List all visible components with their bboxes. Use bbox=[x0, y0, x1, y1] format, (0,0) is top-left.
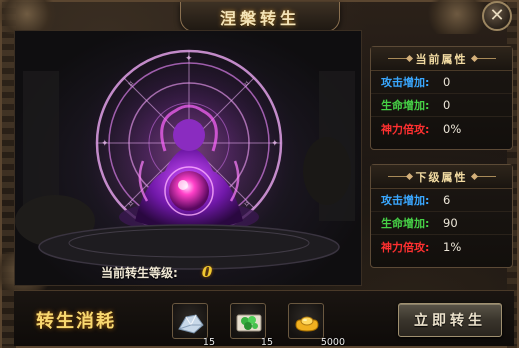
header-decoration bbox=[387, 176, 410, 177]
magic-circle-illustration: ✦✦ ✦✦ ✧✧ ✧✧ bbox=[15, 39, 355, 270]
green-jade-icon bbox=[236, 314, 262, 332]
cost-item-crystal-powder[interactable]: 15 bbox=[172, 303, 215, 348]
attribute-label: 攻击增加: bbox=[381, 76, 430, 89]
close-button[interactable]: ✕ bbox=[477, 0, 517, 32]
attribute-row-attack: 攻击增加: 0 bbox=[371, 71, 512, 94]
current-attributes-title: 当前属性 bbox=[415, 52, 468, 66]
cost-title: 转生消耗 bbox=[36, 311, 116, 332]
current-attributes-panel: 当前属性 攻击增加: 0 生命增加: 0 神力倍攻: 0% bbox=[370, 46, 513, 150]
attribute-label: 神力倍攻: bbox=[381, 240, 430, 254]
next-attributes-title: 下级属性 bbox=[415, 170, 468, 184]
rebirth-level-value: 0 bbox=[201, 263, 213, 281]
attribute-value: 0 bbox=[443, 98, 451, 112]
item-count: 15 bbox=[202, 337, 215, 348]
window-title: 涅槃转生 bbox=[219, 8, 300, 28]
svg-text:✦: ✦ bbox=[101, 139, 109, 149]
attribute-label: 生命增加: bbox=[381, 217, 430, 230]
next-attributes-panel: 下级属性 攻击增加: 6 生命增加: 90 神力倍攻: 1% bbox=[370, 164, 513, 268]
header-decoration bbox=[473, 176, 496, 177]
attribute-row-divine-power: 神力倍攻: 0% bbox=[371, 117, 512, 140]
attribute-value: 6 bbox=[443, 193, 451, 207]
svg-text:✦: ✦ bbox=[271, 139, 279, 149]
header-decoration bbox=[387, 58, 410, 59]
svg-text:✧: ✧ bbox=[243, 80, 251, 90]
attribute-label: 攻击增加: bbox=[381, 194, 430, 207]
cost-item-green-jade[interactable]: 15 bbox=[230, 303, 273, 348]
attribute-value: 1% bbox=[443, 239, 462, 254]
item-count: 5000 bbox=[320, 337, 345, 348]
cost-item-gold-ingot[interactable]: 5000 bbox=[288, 303, 345, 348]
rebirth-level-row: 当前转生等级: 0 bbox=[101, 263, 212, 281]
current-attributes-header: 当前属性 bbox=[371, 47, 512, 71]
header-decoration bbox=[473, 58, 496, 59]
attribute-row-health: 生命增加: 90 bbox=[371, 212, 512, 235]
attribute-label: 神力倍攻: bbox=[381, 122, 430, 136]
next-attributes-header: 下级属性 bbox=[371, 165, 512, 189]
attribute-value: 0% bbox=[443, 121, 462, 136]
svg-text:✧: ✧ bbox=[127, 80, 135, 90]
attribute-row-divine-power: 神力倍攻: 1% bbox=[371, 235, 512, 258]
attribute-label: 生命增加: bbox=[381, 99, 430, 112]
svg-text:✦: ✦ bbox=[185, 54, 193, 64]
rebirth-scene: ✦✦ ✦✦ ✧✧ ✧✧ 当前转生等级: 0 bbox=[14, 30, 362, 286]
close-icon[interactable]: ✕ bbox=[482, 1, 512, 31]
rebirth-button-label: 立即转生 bbox=[414, 313, 486, 329]
attribute-row-attack: 攻击增加: 6 bbox=[371, 189, 512, 212]
attribute-value: 90 bbox=[443, 216, 458, 230]
item-count: 15 bbox=[260, 337, 273, 348]
gold-ingot-icon bbox=[295, 316, 319, 332]
frame-corner-ornament bbox=[0, 0, 62, 34]
rebirth-level-label: 当前转生等级: bbox=[101, 266, 178, 280]
attribute-value: 0 bbox=[443, 75, 451, 89]
crystal-powder-icon bbox=[178, 314, 204, 334]
rebirth-cost-bar: 转生消耗 15 15 5000 立即转生 bbox=[14, 290, 514, 348]
rebirth-now-button[interactable]: 立即转生 bbox=[398, 303, 502, 337]
title-bar: 涅槃转生 bbox=[180, 2, 340, 32]
attribute-row-health: 生命增加: 0 bbox=[371, 94, 512, 117]
